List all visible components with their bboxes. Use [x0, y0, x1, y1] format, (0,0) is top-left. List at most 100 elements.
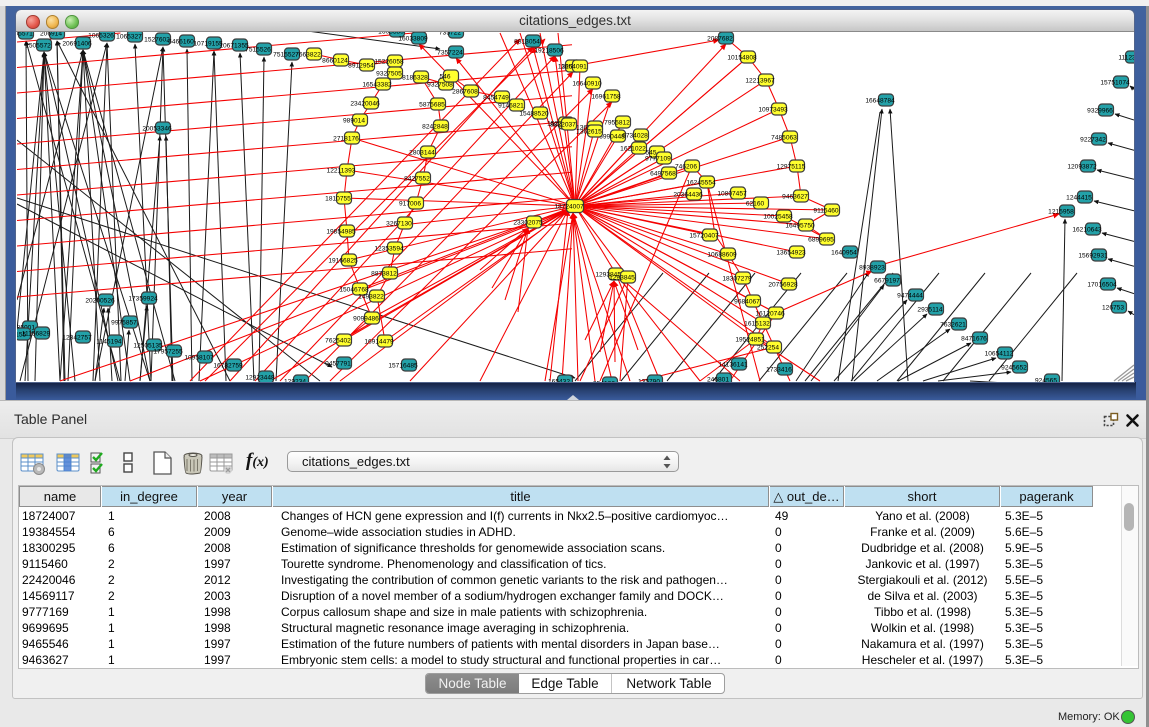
- svg-text:10807457: 10807457: [717, 190, 747, 197]
- svg-text:746206: 746206: [675, 163, 697, 170]
- svg-text:10154808: 10154808: [727, 54, 757, 61]
- svg-text:8186328: 8186328: [402, 74, 428, 81]
- svg-text:1293845: 1293845: [609, 274, 635, 281]
- svg-text:15716485: 15716485: [388, 362, 418, 369]
- svg-text:20691406: 20691406: [62, 40, 92, 47]
- svg-text:9474444: 9474444: [897, 292, 923, 299]
- svg-text:18724007: 18724007: [554, 203, 584, 210]
- svg-text:16543382: 16543382: [362, 81, 392, 88]
- svg-text:1065326: 1065326: [88, 32, 114, 39]
- svg-text:16120746: 16120746: [755, 310, 785, 317]
- svg-text:1244415: 1244415: [1066, 194, 1092, 201]
- svg-text:9777109: 9777109: [645, 155, 671, 162]
- svg-text:7625402: 7625402: [325, 337, 351, 344]
- svg-text:15720407: 15720407: [689, 232, 719, 239]
- svg-text:1505572: 1505572: [25, 42, 51, 49]
- svg-text:6734028: 6734028: [622, 132, 648, 139]
- svg-text:9115460: 9115460: [813, 207, 839, 214]
- svg-text:12211393: 12211393: [327, 167, 356, 174]
- svg-text:1640954: 1640954: [831, 249, 857, 256]
- svg-text:1615132: 1615132: [744, 320, 770, 327]
- svg-text:20756928: 20756928: [768, 281, 798, 288]
- svg-text:10688609: 10688609: [707, 251, 737, 258]
- svg-text:20200526: 20200526: [85, 297, 115, 304]
- svg-text:1145194: 1145194: [96, 338, 122, 345]
- svg-text:1664091: 1664091: [561, 63, 587, 70]
- svg-text:17016504: 17016504: [1087, 281, 1117, 288]
- svg-text:8660124: 8660124: [322, 57, 348, 64]
- svg-text:11123: 11123: [1118, 54, 1134, 61]
- svg-text:246801: 246801: [707, 376, 729, 382]
- svg-text:19218506: 19218506: [534, 47, 564, 54]
- svg-text:23420046: 23420046: [350, 100, 380, 107]
- svg-text:129234: 129234: [284, 378, 306, 382]
- svg-text:8822037: 8822037: [550, 121, 576, 128]
- svg-text:1493822: 1493822: [358, 293, 384, 300]
- svg-text:8938923: 8938923: [859, 264, 885, 271]
- svg-text:12975115: 12975115: [777, 163, 806, 170]
- svg-text:6497568: 6497568: [650, 170, 676, 177]
- svg-text:6466160: 6466160: [168, 38, 194, 45]
- svg-text:8813054: 8813054: [514, 38, 540, 45]
- svg-text:15046768: 15046768: [339, 286, 369, 293]
- svg-text:135790: 135790: [638, 378, 660, 382]
- svg-text:10973493: 10973493: [758, 106, 788, 113]
- svg-text:8242848: 8242848: [422, 123, 448, 130]
- svg-text:8427552: 8427552: [404, 175, 430, 182]
- svg-text:9457791: 9457791: [325, 360, 351, 367]
- svg-text:15488520: 15488520: [519, 110, 549, 117]
- svg-text:8471676: 8471676: [961, 335, 987, 342]
- svg-text:8912954: 8912954: [348, 62, 374, 69]
- svg-text:62160: 62160: [746, 200, 765, 207]
- svg-text:16640910: 16640910: [572, 80, 602, 87]
- svg-text:7955812: 7955812: [604, 119, 630, 126]
- svg-text:9245652: 9245652: [1001, 364, 1027, 371]
- svg-text:1527602: 1527602: [144, 36, 170, 43]
- svg-text:9099486: 9099486: [353, 315, 379, 322]
- svg-text:735722: 735722: [439, 32, 461, 36]
- svg-text:16914479: 16914479: [364, 338, 394, 345]
- svg-text:2803144: 2803144: [409, 149, 435, 156]
- svg-text:16495750: 16495750: [785, 222, 815, 229]
- svg-text:12353594: 12353594: [374, 245, 404, 252]
- svg-text:8454749: 8454749: [483, 94, 509, 101]
- svg-text:9329966: 9329966: [1087, 107, 1113, 114]
- svg-text:924565: 924565: [1035, 377, 1057, 382]
- svg-text:1621022: 1621022: [620, 145, 646, 152]
- svg-text:12093872: 12093872: [1067, 163, 1097, 170]
- svg-text:16245554: 16245554: [686, 179, 716, 186]
- svg-text:989014: 989014: [343, 117, 365, 124]
- svg-text:10654112: 10654112: [985, 350, 1014, 357]
- svg-text:13654923: 13654923: [776, 249, 806, 256]
- svg-text:7663822: 7663822: [295, 51, 321, 58]
- svg-text:17957255: 17957255: [153, 348, 183, 355]
- svg-text:954120: 954120: [593, 380, 615, 382]
- svg-text:15751074: 15751074: [1100, 79, 1130, 86]
- svg-text:15226058: 15226058: [374, 58, 404, 65]
- svg-text:1065327: 1065327: [116, 33, 142, 40]
- svg-text:9463627: 9463627: [782, 193, 808, 200]
- svg-text:6679197: 6679197: [874, 277, 900, 284]
- svg-text:1505571: 1505571: [17, 32, 33, 37]
- svg-text:7357224: 7357224: [437, 49, 463, 56]
- svg-text:10958107: 10958107: [184, 354, 214, 361]
- svg-text:20364436: 20364436: [673, 191, 703, 198]
- svg-text:2935114: 2935114: [917, 306, 943, 313]
- svg-text:19166825: 19166825: [328, 257, 358, 264]
- svg-text:16210643: 16210643: [1072, 226, 1102, 233]
- svg-text:6899695: 6899695: [808, 236, 834, 243]
- svg-text:18307279: 18307279: [722, 275, 752, 282]
- svg-text:19524851: 19524851: [735, 336, 765, 343]
- svg-text:126753: 126753: [1102, 304, 1124, 311]
- svg-text:9227342: 9227342: [1080, 136, 1106, 143]
- svg-text:8873812: 8873812: [371, 270, 397, 277]
- svg-text:20053346: 20053346: [142, 125, 172, 132]
- svg-text:1810755: 1810755: [325, 195, 351, 202]
- svg-text:12213967: 12213967: [745, 77, 775, 84]
- svg-text:11156829: 11156829: [22, 330, 51, 337]
- svg-text:9975857: 9975857: [111, 319, 137, 326]
- svg-text:23302075: 23302075: [513, 219, 543, 226]
- svg-text:9327505: 9327505: [376, 70, 402, 77]
- svg-text:16782759: 16782759: [213, 362, 243, 369]
- svg-text:546: 546: [439, 73, 450, 80]
